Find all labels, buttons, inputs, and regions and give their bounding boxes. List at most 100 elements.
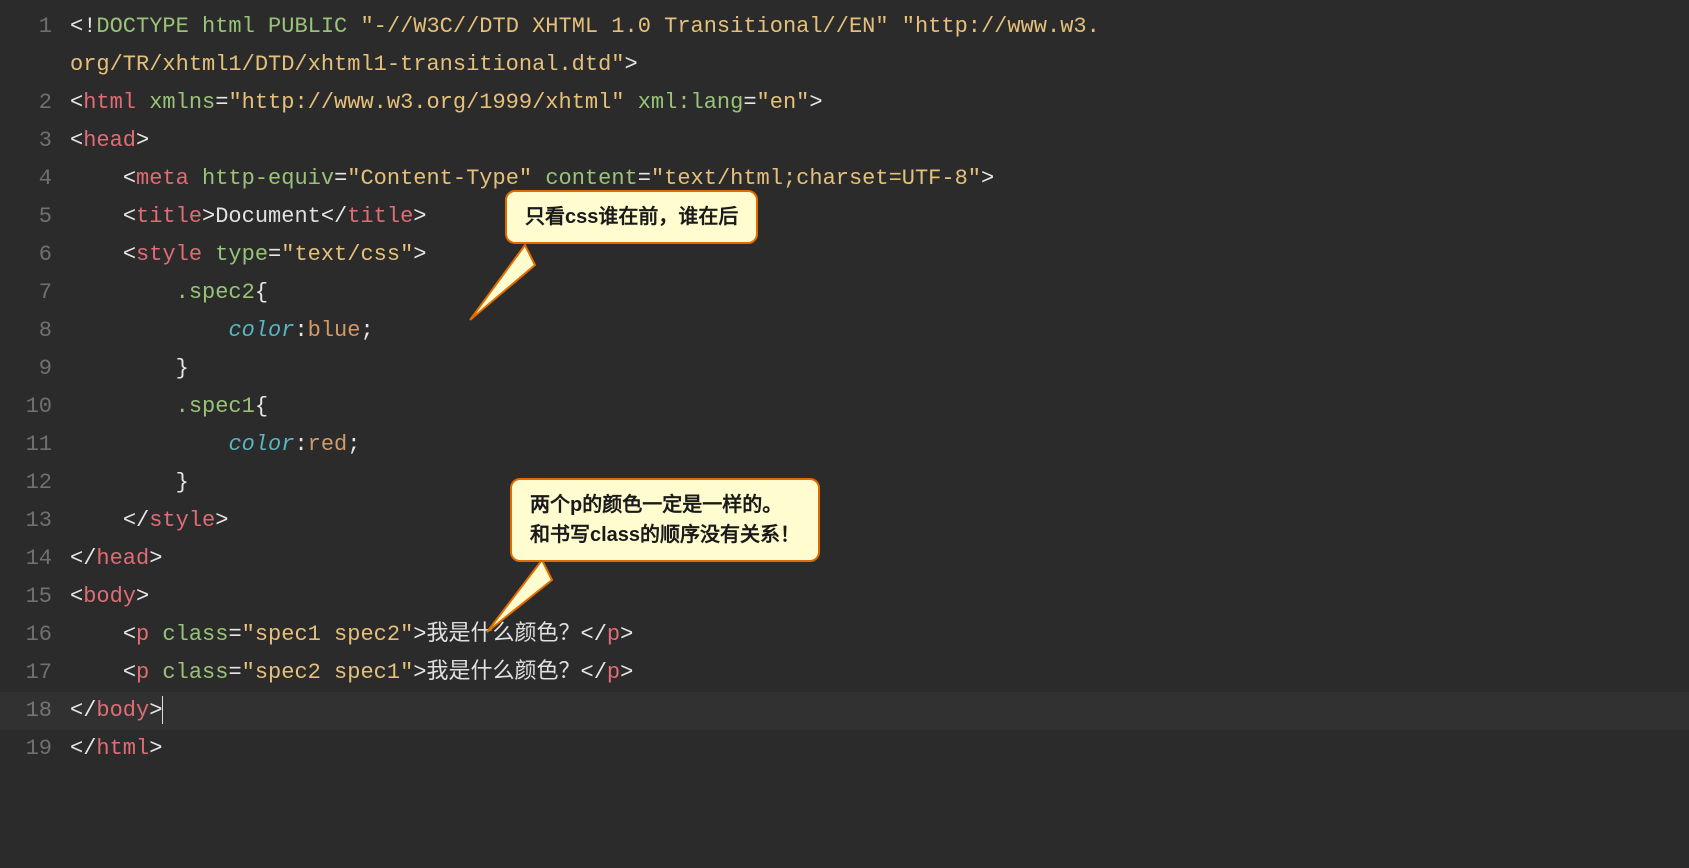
indent xyxy=(70,242,123,267)
callout-tail-icon xyxy=(430,235,540,330)
code-line[interactable]: </body> xyxy=(70,692,1689,730)
attr: class xyxy=(162,622,228,647)
code-line[interactable]: } xyxy=(70,350,1689,388)
tag: title xyxy=(347,204,413,229)
space xyxy=(532,166,545,191)
punct: < xyxy=(70,90,83,115)
brace: { xyxy=(255,280,268,305)
code-line[interactable]: </head> xyxy=(70,540,1689,578)
code-line[interactable]: .spec1{ xyxy=(70,388,1689,426)
code-line[interactable]: .spec2{ xyxy=(70,274,1689,312)
punct: > xyxy=(413,204,426,229)
punct: = xyxy=(215,90,228,115)
code-line[interactable]: color:red; xyxy=(70,426,1689,464)
css-prop: color xyxy=(228,432,294,457)
punct: > xyxy=(413,622,426,647)
css-value: blue xyxy=(308,318,361,343)
attr: content xyxy=(545,166,637,191)
punct: > xyxy=(620,660,633,685)
punct: <! xyxy=(70,14,96,39)
attr: type xyxy=(215,242,268,267)
code-line[interactable]: <html xmlns="http://www.w3.org/1999/xhtm… xyxy=(70,84,1689,122)
punct: > xyxy=(413,660,426,685)
string: "spec1 spec2" xyxy=(242,622,414,647)
tag: html xyxy=(96,736,149,761)
punct: > xyxy=(202,204,215,229)
text: 我是什么颜色？ xyxy=(426,660,580,685)
line-number: 4 xyxy=(0,160,52,198)
code-line[interactable]: </style> xyxy=(70,502,1689,540)
line-number: 9 xyxy=(0,350,52,388)
line-number: 8 xyxy=(0,312,52,350)
indent xyxy=(70,356,176,381)
indent xyxy=(70,432,228,457)
attr: http-equiv xyxy=(202,166,334,191)
line-number: 5 xyxy=(0,198,52,236)
indent xyxy=(70,660,123,685)
punct: > xyxy=(149,698,162,723)
tag: style xyxy=(136,242,215,267)
code-area[interactable]: <!DOCTYPE html PUBLIC "-//W3C//DTD XHTML… xyxy=(70,0,1689,768)
indent xyxy=(70,508,123,533)
tag: head xyxy=(96,546,149,571)
tag: p xyxy=(607,622,620,647)
punct: </ xyxy=(123,508,149,533)
punct: : xyxy=(294,318,307,343)
string: org/TR/xhtml1/DTD/xhtml1-transitional.dt… xyxy=(70,52,625,77)
tag: head xyxy=(83,128,136,153)
annotation-callout-2: 两个p的颜色一定是一样的。 和书写class的顺序没有关系！ xyxy=(510,478,820,562)
code-editor: 1 2 3 4 5 6 7 8 9 10 11 12 13 14 15 16 1… xyxy=(0,0,1689,768)
code-line[interactable]: <style type="text/css"> xyxy=(70,236,1689,274)
indent xyxy=(70,318,228,343)
punct: < xyxy=(123,622,136,647)
indent xyxy=(70,470,176,495)
tag: body xyxy=(83,584,136,609)
string: "spec2 spec1" xyxy=(242,660,414,685)
punct: > xyxy=(809,90,822,115)
code-line[interactable]: <meta http-equiv="Content-Type" content=… xyxy=(70,160,1689,198)
selector: .spec2 xyxy=(176,280,255,305)
punct: </ xyxy=(70,546,96,571)
code-line[interactable]: <!DOCTYPE html PUBLIC "-//W3C//DTD XHTML… xyxy=(70,8,1689,84)
punct: > xyxy=(149,546,162,571)
punct: = xyxy=(638,166,651,191)
punct: ; xyxy=(347,432,360,457)
punct: > xyxy=(215,508,228,533)
line-number: 19 xyxy=(0,730,52,768)
line-number: 16 xyxy=(0,616,52,654)
tag: p xyxy=(136,622,162,647)
code-line[interactable]: <p class="spec2 spec1">我是什么颜色？</p> xyxy=(70,654,1689,692)
tag: html xyxy=(83,90,149,115)
punct: </ xyxy=(70,736,96,761)
punct: < xyxy=(123,242,136,267)
code-line[interactable]: <head> xyxy=(70,122,1689,160)
line-number: 12 xyxy=(0,464,52,502)
code-line[interactable]: <p class="spec1 spec2">我是什么颜色？</p> xyxy=(70,616,1689,654)
code-line[interactable]: color:blue; xyxy=(70,312,1689,350)
css-value: red xyxy=(308,432,348,457)
punct: = xyxy=(228,660,241,685)
attr: xmlns xyxy=(149,90,215,115)
line-number: 1 xyxy=(0,8,52,46)
punct: > xyxy=(413,242,426,267)
line-number: 2 xyxy=(0,84,52,122)
string: "http://www.w3.org/1999/xhtml" xyxy=(228,90,624,115)
punct: > xyxy=(625,52,638,77)
tag: title xyxy=(136,204,202,229)
punct: </ xyxy=(70,698,96,723)
code-line[interactable]: </html> xyxy=(70,730,1689,768)
punct: = xyxy=(228,622,241,647)
css-prop: color xyxy=(228,318,294,343)
code-line[interactable]: <title>Document</title> xyxy=(70,198,1689,236)
punct: > xyxy=(149,736,162,761)
punct: </ xyxy=(581,622,607,647)
line-number: 14 xyxy=(0,540,52,578)
keyword: DOCTYPE xyxy=(96,14,202,39)
code-line[interactable]: } xyxy=(70,464,1689,502)
keyword: html xyxy=(202,14,268,39)
attr: class xyxy=(162,660,228,685)
code-line[interactable]: <body> xyxy=(70,578,1689,616)
space xyxy=(625,90,638,115)
line-number: 17 xyxy=(0,654,52,692)
attr: xml:lang xyxy=(638,90,744,115)
